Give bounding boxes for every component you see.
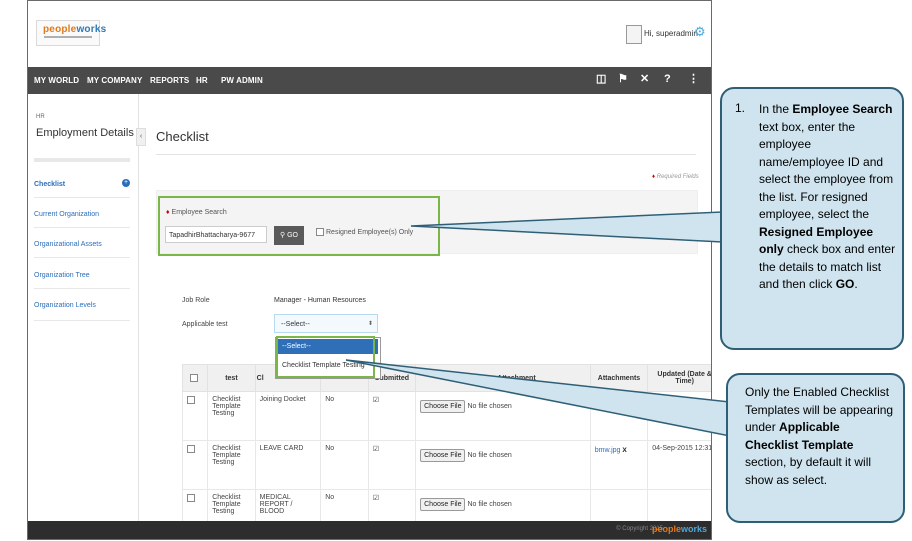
footer: © Copyright 2015 peopleworks [28, 521, 711, 539]
cell-updated [647, 391, 711, 441]
checklist-table: test Cl Submitted Browse Attachment Atta… [181, 364, 711, 539]
tools-icon[interactable]: ✕ [640, 72, 649, 86]
row-checkbox[interactable] [187, 494, 195, 502]
applicable-test-label: Applicable test [182, 321, 228, 328]
app-window: peopleworks Hi, superadmin ⚙ MY WORLD MY… [27, 0, 712, 540]
sidebar-item-organization-tree[interactable]: Organization Tree [34, 272, 90, 279]
attachment-link[interactable]: nest.jpg [595, 398, 620, 405]
cell-mandatory: No [320, 440, 369, 490]
row-checkbox[interactable] [187, 445, 195, 453]
choose-file-button[interactable]: Choose File [420, 498, 466, 511]
nav-my-world[interactable]: MY WORLD [34, 67, 79, 94]
callout-step-number: 1. [735, 101, 746, 115]
chevron-down-icon: ⬍ [367, 321, 373, 327]
cell-test: Checklist Template Testing [207, 391, 256, 441]
app-logo[interactable]: peopleworks [36, 20, 106, 46]
job-role-label: Job Role [182, 297, 210, 304]
no-file-text: No file chosen [467, 452, 512, 459]
footer-logo: peopleworks [651, 524, 707, 534]
sidebar-item-organizational-assets[interactable]: Organizational Assets [34, 241, 102, 248]
share-icon[interactable]: ⋮ [688, 72, 699, 86]
sidebar-collapse-button[interactable]: ‹ [136, 128, 146, 146]
nav-hr[interactable]: HR [196, 67, 208, 94]
dropdown-highlight-box [276, 336, 375, 378]
callout-step-2-text: Only the Enabled Checklist Templates wil… [745, 385, 894, 487]
callout-step-2: Only the Enabled Checklist Templates wil… [726, 373, 905, 523]
sidebar-item-organization-levels[interactable]: Organization Levels [34, 302, 96, 309]
col-attachments: Attachments [589, 364, 649, 392]
required-note: ♦ Required Fields [652, 174, 699, 180]
cell-updated: 04-Sep-2015 12:31 [647, 440, 711, 490]
cell-test: Checklist Template Testing [207, 440, 256, 490]
no-file-text: No file chosen [467, 403, 512, 410]
search-highlight-box [158, 196, 440, 256]
sidebar-item-current-organization[interactable]: Current Organization [34, 211, 99, 218]
submitted-checkbox-icon[interactable]: ☑ [373, 397, 379, 404]
select-all-checkbox[interactable] [181, 364, 209, 392]
nav-pw-admin[interactable]: PW ADMIN [221, 67, 263, 94]
main-nav: MY WORLD MY COMPANY REPORTS HR PW ADMIN … [28, 67, 711, 94]
row-checkbox[interactable] [187, 396, 195, 404]
remove-attachment-icon[interactable]: x [622, 445, 626, 454]
flag-icon[interactable]: ⚑ [618, 72, 628, 86]
gear-icon[interactable]: ⚙ [694, 25, 706, 38]
cell-item: LEAVE CARD [254, 440, 322, 490]
main-content: Checklist ♦ Required Fields ♦ Employee S… [146, 94, 711, 539]
submitted-checkbox-icon[interactable]: ☑ [373, 446, 379, 453]
sidebar: HR Employment Details Checklist + Curren… [28, 94, 139, 524]
sidebar-title: Employment Details [36, 127, 134, 139]
choose-file-button[interactable]: Choose File [420, 400, 466, 413]
table-row: Checklist Template Testing Joining Docke… [181, 391, 711, 441]
help-icon[interactable]: ? [664, 72, 671, 86]
avatar[interactable] [626, 25, 642, 44]
choose-file-button[interactable]: Choose File [420, 449, 466, 462]
remove-attachment-icon[interactable]: x [621, 396, 625, 405]
no-file-text: No file chosen [467, 501, 512, 508]
nav-reports[interactable]: REPORTS [150, 67, 189, 94]
col-test: test [207, 364, 256, 392]
cell-mandatory: No [320, 391, 369, 441]
plus-circle-icon[interactable]: + [122, 179, 130, 187]
callout-step-1: 1. In the Employee Search text box, ente… [720, 87, 904, 350]
page-title: Checklist [156, 129, 209, 144]
table-row: Checklist Template Testing LEAVE CARD No… [181, 440, 711, 490]
table-header-row: test Cl Submitted Browse Attachment Atta… [181, 364, 711, 392]
attachment-link[interactable]: bmw.jpg [595, 447, 621, 454]
applicable-test-select[interactable]: --Select-- ⬍ [274, 314, 378, 333]
callout-step-1-text: In the Employee Search text box, enter t… [759, 102, 896, 291]
cell-item: Joining Docket [254, 391, 322, 441]
col-updated: Updated (Date & Time) [647, 364, 711, 392]
sidebar-section: HR [36, 114, 45, 120]
greeting-text: Hi, superadmin [644, 29, 698, 38]
sidebar-item-checklist[interactable]: Checklist [34, 181, 65, 188]
submitted-checkbox-icon[interactable]: ☑ [373, 495, 379, 502]
top-header: peopleworks Hi, superadmin ⚙ [28, 1, 711, 68]
job-role-value: Manager - Human Resources [274, 297, 366, 304]
book-icon[interactable]: ◫ [596, 72, 606, 86]
col-browse-attachment: Browse Attachment [415, 364, 591, 392]
nav-my-company[interactable]: MY COMPANY [87, 67, 142, 94]
